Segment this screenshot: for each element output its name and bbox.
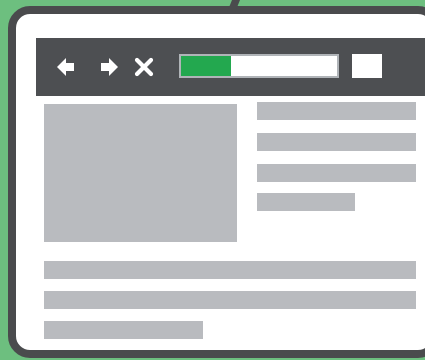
sidebar-text-line-3 — [257, 164, 416, 182]
sidebar-text-line-2 — [257, 133, 416, 151]
loading-progress-bar — [181, 56, 231, 76]
content-text-line-2 — [44, 291, 416, 309]
arrow-right-icon — [101, 58, 118, 76]
close-icon — [134, 57, 154, 77]
close-button[interactable] — [127, 50, 161, 84]
forward-button[interactable] — [91, 50, 125, 84]
menu-button[interactable] — [352, 54, 382, 78]
browser-window — [8, 6, 425, 358]
hero-image-placeholder — [44, 104, 237, 242]
address-bar[interactable] — [179, 54, 339, 78]
back-button[interactable] — [50, 50, 84, 84]
sidebar-text-line-1 — [257, 102, 416, 120]
arrow-left-icon — [57, 58, 74, 76]
content-text-line-1 — [44, 261, 416, 279]
browser-toolbar — [36, 38, 425, 96]
sidebar-text-line-4 — [257, 193, 355, 211]
content-text-line-3 — [44, 321, 203, 339]
